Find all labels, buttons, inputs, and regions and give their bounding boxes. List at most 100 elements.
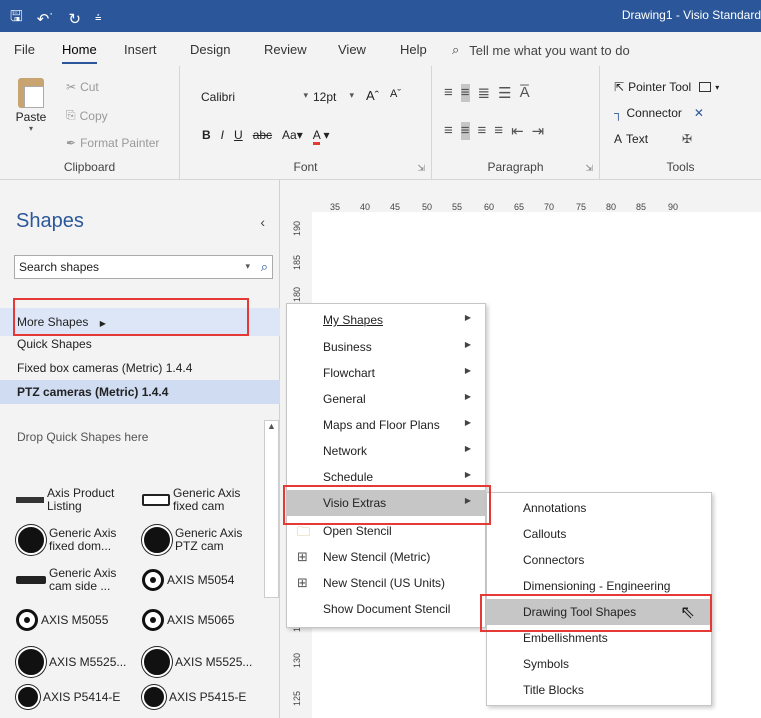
font-dialog-launcher-icon[interactable]: ⇲ bbox=[417, 163, 425, 174]
cut-button[interactable]: ✂ Cut bbox=[66, 80, 99, 94]
redo-icon[interactable]: ↻ bbox=[68, 10, 81, 28]
rectangle-shape-icon[interactable] bbox=[699, 82, 712, 92]
align-left-icon[interactable]: ≡ bbox=[444, 122, 453, 140]
paintbrush-icon: ✒ bbox=[66, 136, 77, 150]
shape-axis-m5065[interactable]: AXIS M5065 bbox=[142, 600, 268, 640]
align-bottom-icon[interactable]: ≣ bbox=[478, 84, 491, 102]
grid-icon: ⊞ bbox=[297, 549, 308, 564]
tools-label: Tools bbox=[666, 160, 695, 174]
bullets-icon[interactable]: ☰ bbox=[498, 84, 511, 102]
italic-button[interactable]: I bbox=[221, 128, 224, 142]
save-icon[interactable]: 🖫 bbox=[10, 6, 23, 31]
tab-design[interactable]: Design bbox=[190, 42, 230, 57]
shape-axis-p5414-e[interactable]: AXIS P5414-E bbox=[16, 680, 142, 714]
shape-generic-fixed-cam[interactable]: Generic Axis fixed cam bbox=[142, 480, 268, 520]
close-x-icon[interactable]: ✕ bbox=[694, 106, 704, 120]
menu-item-connectors[interactable]: Connectors bbox=[487, 547, 711, 573]
format-painter-button[interactable]: ✒ Format Painter bbox=[66, 136, 159, 150]
change-case-button[interactable]: Aa▾ bbox=[282, 128, 303, 142]
align-middle-icon[interactable]: ≡ bbox=[460, 84, 470, 102]
open-stencil-icon: 🗀 bbox=[297, 524, 311, 539]
quick-access-toolbar: 🖫 ↶˙ ↻ ⩮ bbox=[10, 6, 101, 31]
font-color-button[interactable]: A ▾ bbox=[312, 128, 329, 145]
menu-item-my-shapes[interactable]: My Shapes ▶ bbox=[287, 307, 485, 333]
connection-point-icon[interactable]: ✠ bbox=[682, 132, 692, 146]
text-direction-icon[interactable]: A̅ bbox=[520, 84, 530, 102]
strikethrough-button[interactable]: abc bbox=[253, 128, 272, 142]
tab-insert[interactable]: Insert bbox=[124, 42, 157, 57]
shape-axis-m5525-a[interactable]: AXIS M5525... bbox=[16, 642, 142, 682]
shape-axis-product-listing[interactable]: Axis Product Listing bbox=[16, 480, 142, 520]
tell-me-text: Tell me what you want to do bbox=[469, 42, 630, 58]
decrease-indent-icon[interactable]: ⇤ bbox=[511, 122, 524, 140]
shrink-font-button[interactable]: Aˇ bbox=[390, 88, 401, 100]
tell-me-box[interactable]: ⌕ Tell me what you want to do bbox=[452, 42, 630, 58]
chevron-right-icon: ▶ bbox=[464, 313, 471, 322]
menu-item-maps-floor-plans[interactable]: Maps and Floor Plans ▶ bbox=[287, 412, 485, 438]
tab-view[interactable]: View bbox=[338, 42, 366, 57]
ptz-camera-icon bbox=[142, 685, 166, 709]
ruler-tick: 190 bbox=[292, 220, 302, 236]
shape-axis-m5055[interactable]: AXIS M5055 bbox=[16, 600, 142, 640]
connector-button[interactable]: ┐ Connector ✕ bbox=[614, 106, 704, 120]
tab-file[interactable]: File bbox=[14, 42, 35, 57]
menu-item-new-stencil-us[interactable]: ⊞ New Stencil (US Units) bbox=[287, 570, 485, 596]
align-top-icon[interactable]: ≡ bbox=[444, 84, 453, 102]
menu-item-symbols[interactable]: Symbols bbox=[487, 651, 711, 677]
shape-generic-fixed-dome[interactable]: Generic Axis fixed dom... bbox=[16, 520, 142, 560]
shape-axis-m5054[interactable]: AXIS M5054 bbox=[142, 560, 268, 600]
scroll-up-icon[interactable]: ▲ bbox=[267, 421, 276, 431]
menu-item-show-document-stencil[interactable]: Show Document Stencil bbox=[287, 596, 485, 622]
align-center-icon[interactable]: ≡ bbox=[460, 122, 470, 140]
stencil-fixed-box-cameras[interactable]: Fixed box cameras (Metric) 1.4.4 bbox=[0, 356, 280, 380]
ruler-tick: 85 bbox=[636, 202, 647, 212]
scissors-icon: ✂ bbox=[66, 80, 77, 94]
tab-review[interactable]: Review bbox=[264, 42, 307, 57]
justify-icon[interactable]: ≡ bbox=[494, 122, 503, 140]
font-group: Calibri ▾ 12pt ▾ Aˆ Aˇ B I U abc Aa▾ A ▾… bbox=[180, 66, 432, 180]
search-icon[interactable]: ⌕ bbox=[261, 259, 268, 275]
collapse-panel-icon[interactable]: ‹ bbox=[260, 214, 265, 230]
shape-generic-ptz-cam[interactable]: Generic Axis PTZ cam bbox=[142, 520, 268, 560]
menu-item-flowchart[interactable]: Flowchart ▶ bbox=[287, 360, 485, 386]
paragraph-dialog-launcher-icon[interactable]: ⇲ bbox=[585, 163, 593, 174]
chevron-down-icon: ▾ bbox=[349, 90, 354, 100]
tab-help[interactable]: Help bbox=[400, 42, 427, 57]
window-title: Drawing1 - Visio Standard bbox=[621, 8, 761, 22]
pointer-tool-button[interactable]: ⇱ Pointer Tool ▾ bbox=[614, 80, 719, 94]
customize-qat-icon[interactable]: ⩮ bbox=[95, 12, 101, 25]
chevron-right-icon: ▶ bbox=[464, 470, 471, 479]
shape-axis-p5415-e[interactable]: AXIS P5415-E bbox=[142, 680, 268, 714]
copy-button[interactable]: ⎘ Copy bbox=[66, 108, 108, 123]
shape-axis-m5525-b[interactable]: AXIS M5525... bbox=[142, 642, 268, 682]
bold-button[interactable]: B bbox=[202, 128, 211, 142]
increase-indent-icon[interactable]: ⇥ bbox=[532, 122, 545, 140]
menu-item-title-blocks[interactable]: Title Blocks bbox=[487, 677, 711, 703]
font-size-select[interactable]: 12pt ▾ bbox=[308, 86, 358, 108]
ruler-tick: 90 bbox=[668, 202, 679, 212]
menu-item-general[interactable]: General ▶ bbox=[287, 386, 485, 412]
paragraph-label: Paragraph bbox=[487, 160, 544, 174]
search-input[interactable]: Search shapes ▾ ⌕ bbox=[14, 255, 273, 279]
align-right-icon[interactable]: ≡ bbox=[478, 122, 487, 140]
menu-item-new-stencil-metric[interactable]: ⊞ New Stencil (Metric) bbox=[287, 544, 485, 570]
menu-item-network[interactable]: Network ▶ bbox=[287, 438, 485, 464]
text-a-icon: A bbox=[614, 132, 623, 146]
tab-home[interactable]: Home bbox=[62, 42, 97, 64]
shape-generic-cam-side[interactable]: Generic Axis cam side ... bbox=[16, 560, 142, 600]
paste-button[interactable]: Paste ▾ bbox=[10, 78, 52, 133]
underline-button[interactable]: U bbox=[234, 128, 243, 142]
ruler-tick: 125 bbox=[292, 690, 302, 706]
text-tool-button[interactable]: A Text ✠ bbox=[614, 132, 692, 146]
paste-icon bbox=[18, 78, 44, 108]
font-family-select[interactable]: Calibri ▾ bbox=[196, 86, 312, 108]
chevron-down-icon[interactable]: ▾ bbox=[245, 261, 250, 272]
menu-item-annotations[interactable]: Annotations bbox=[487, 495, 711, 521]
ruler-tick: 40 bbox=[360, 202, 371, 212]
undo-icon[interactable]: ↶˙ bbox=[37, 10, 55, 28]
grow-font-button[interactable]: Aˆ bbox=[366, 88, 379, 103]
menu-item-callouts[interactable]: Callouts bbox=[487, 521, 711, 547]
stencil-ptz-cameras[interactable]: PTZ cameras (Metric) 1.4.4 bbox=[0, 380, 280, 404]
menu-item-business[interactable]: Business ▶ bbox=[287, 334, 485, 360]
side-camera-icon bbox=[16, 576, 46, 584]
